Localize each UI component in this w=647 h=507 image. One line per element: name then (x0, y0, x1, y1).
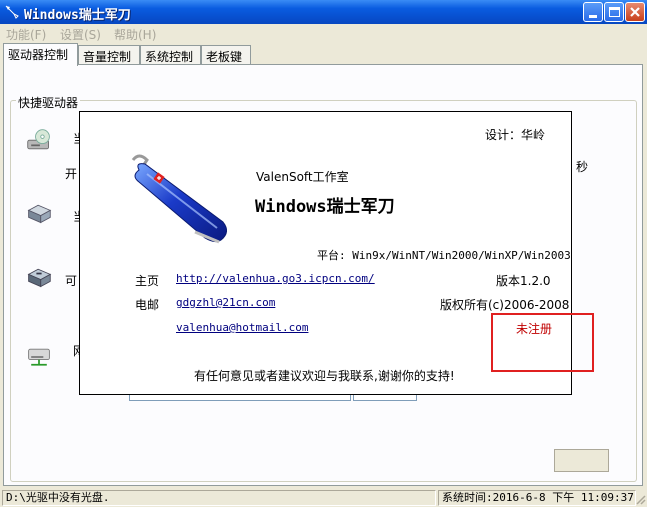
drive-row1-action: 开 (65, 167, 78, 181)
tab-strip: 驱动器控制 音量控制 系统控制 老板键 (0, 43, 647, 66)
designer-credit: 设计：华岭 (485, 128, 546, 142)
maximize-icon (609, 7, 620, 17)
background-button[interactable] (554, 449, 609, 472)
platform-info: 平台: Win9x/WinNT/Win2000/WinXP/Win2003 (317, 249, 571, 262)
group-label: 快捷驱动器 (16, 94, 81, 111)
maximize-button[interactable] (604, 2, 624, 22)
tab-system-control[interactable]: 系统控制 (140, 45, 201, 65)
tab-label: 老板键 (206, 50, 243, 64)
tab-label: 音量控制 (83, 50, 132, 64)
tab-drive-control[interactable]: 驱动器控制 (3, 43, 78, 66)
window-title: Windows瑞士军刀 (24, 8, 131, 23)
menu-settings[interactable]: 设置(S) (60, 26, 101, 43)
menu-bar: 功能(F) 设置(S) 帮助(H) (0, 24, 647, 43)
tab-boss-key[interactable]: 老板键 (201, 45, 251, 65)
seconds-label: 秒 (576, 160, 589, 174)
resize-grip-icon[interactable] (634, 493, 646, 505)
close-button[interactable] (625, 2, 645, 22)
status-clock: 系统时间:2016-6-8 下午 11:09:37 (438, 490, 636, 506)
tab-label: 系统控制 (145, 50, 194, 64)
version-text: 版本1.2.0 (496, 274, 551, 288)
cdrom-drive-icon[interactable] (24, 128, 54, 154)
minimize-icon (589, 15, 597, 18)
menu-function[interactable]: 功能(F) (6, 26, 46, 43)
status-bar: D:\光驱中没有光盘. 系统时间:2016-6-8 下午 11:09:37 (0, 488, 647, 507)
menu-help[interactable]: 帮助(H) (114, 26, 156, 43)
copyright-text: 版权所有(c)2006-2008 (440, 298, 570, 312)
email-label: 电邮 (135, 298, 160, 312)
highlight-box (491, 313, 594, 372)
homepage-link[interactable]: http://valenhua.go3.icpcn.com/ (176, 272, 375, 285)
email-link-1[interactable]: gdgzhl@21cn.com (176, 296, 275, 309)
close-icon (630, 7, 640, 17)
product-name: Windows瑞士军刀 (255, 197, 395, 217)
email-link-2[interactable]: valenhua@hotmail.com (176, 321, 308, 334)
swiss-knife-icon (131, 154, 227, 244)
removable-drive-icon[interactable] (24, 264, 54, 290)
studio-name: ValenSoft工作室 (256, 170, 349, 184)
drive-row3-label: 可 (65, 274, 78, 288)
minimize-button[interactable] (583, 2, 603, 22)
knife-app-icon (5, 5, 19, 19)
tab-label: 驱动器控制 (8, 48, 69, 62)
network-drive-icon[interactable] (24, 344, 54, 370)
tab-volume-control[interactable]: 音量控制 (78, 45, 140, 65)
drive-icon[interactable] (24, 200, 54, 226)
feedback-message: 有任何意见或者建议欢迎与我联系,谢谢你的支持! (194, 369, 455, 383)
title-bar[interactable]: Windows瑞士军刀 (0, 0, 647, 24)
status-message: D:\光驱中没有光盘. (2, 490, 436, 506)
homepage-label: 主页 (135, 274, 160, 288)
